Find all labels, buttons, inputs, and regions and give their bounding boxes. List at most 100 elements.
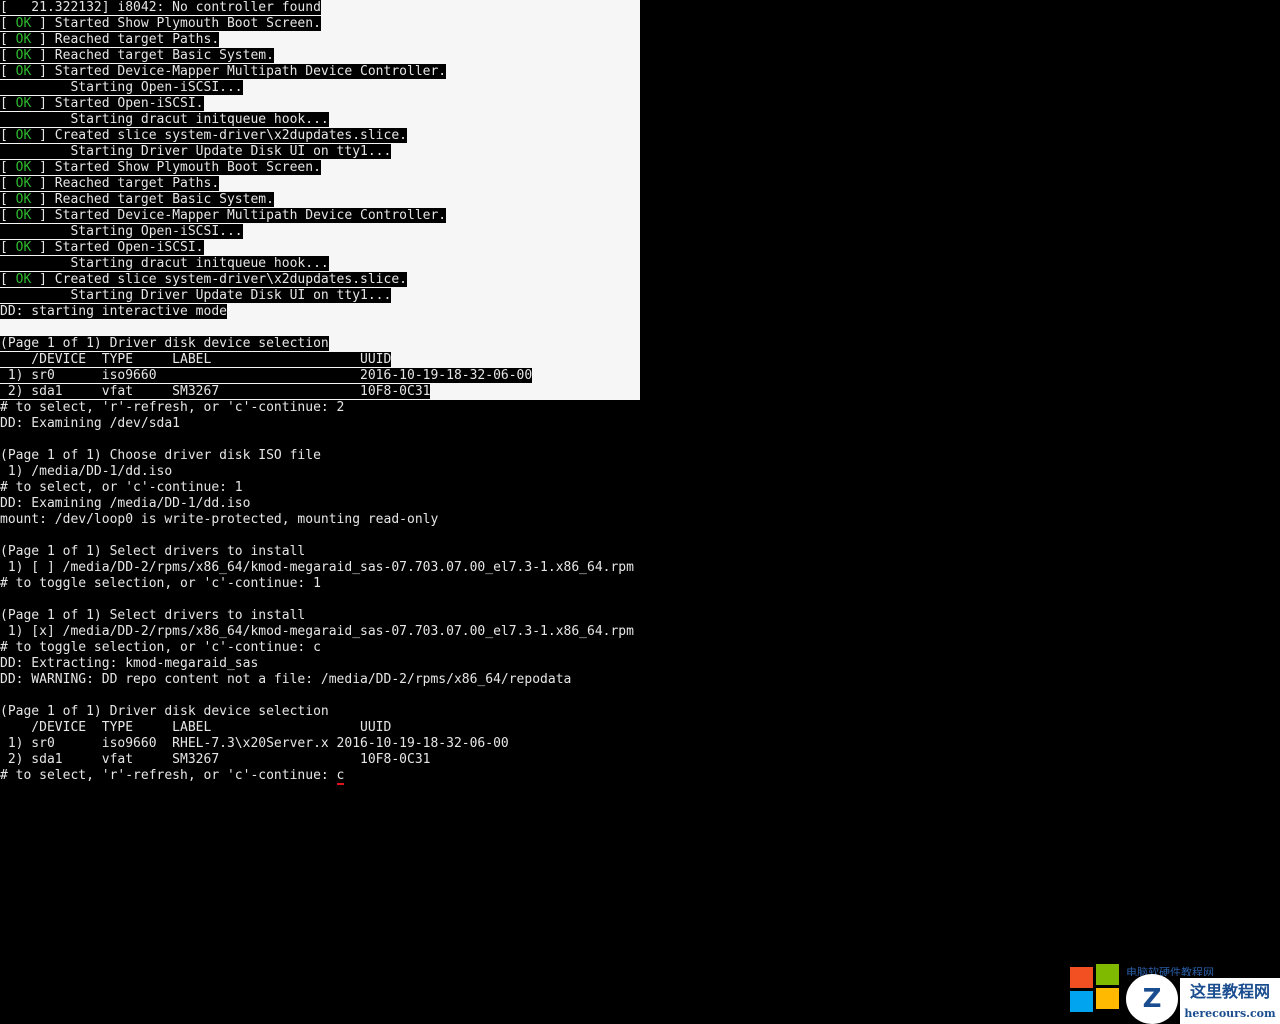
watermark-title: 这里教程网 <box>1180 978 1280 1002</box>
status-ok-badge: OK <box>15 48 32 63</box>
console-text: mount: /dev/loop0 is write-protected, mo… <box>0 512 439 527</box>
boot-log-line <box>0 320 1280 336</box>
boot-log-entry: [ OK ] Reached target Basic System. <box>0 192 274 207</box>
boot-log-text: Starting Driver Update Disk UI on tty1..… <box>0 144 392 159</box>
boot-log-text: Starting Open-iSCSI... <box>0 80 243 95</box>
console-text: (Page 1 of 1) Choose driver disk ISO fil… <box>0 448 321 463</box>
boot-log-line: Starting Driver Update Disk UI on tty1..… <box>0 144 1280 160</box>
status-ok-badge: OK <box>15 160 32 175</box>
boot-log-text: Starting Driver Update Disk UI on tty1..… <box>0 288 392 303</box>
console-line: # to select, or 'c'-continue: 1 <box>0 480 1280 496</box>
status-ok-badge: OK <box>15 64 32 79</box>
console-line: 1) [ ] /media/DD-2/rpms/x86_64/kmod-mega… <box>0 560 1280 576</box>
status-bracket-open: [ <box>0 208 16 223</box>
status-ok-badge: OK <box>15 176 32 191</box>
boot-log-line: /DEVICE TYPE LABEL UUID <box>0 352 1280 368</box>
boot-log-entry: [ OK ] Created slice system-driver\x2dup… <box>0 128 407 143</box>
boot-log-line: 2) sda1 vfat SM3267 10F8-0C31 <box>0 384 1280 400</box>
boot-log-entry: [ OK ] Reached target Paths. <box>0 176 220 191</box>
console-line: # to toggle selection, or 'c'-continue: … <box>0 640 1280 656</box>
console-text: 1) [ ] /media/DD-2/rpms/x86_64/kmod-mega… <box>0 560 634 575</box>
boot-log-message: ] Started Show Plymouth Boot Screen. <box>31 16 321 31</box>
console-line: DD: Extracting: kmod-megaraid_sas <box>0 656 1280 672</box>
boot-log-line: [ OK ] Started Device-Mapper Multipath D… <box>0 208 1280 224</box>
console-line: /DEVICE TYPE LABEL UUID <box>0 720 1280 736</box>
status-ok-badge: OK <box>15 128 32 143</box>
status-bracket-open: [ <box>0 48 16 63</box>
console-text: DD: Extracting: kmod-megaraid_sas <box>0 656 259 671</box>
console-text: (Page 1 of 1) Select drivers to install <box>0 544 306 559</box>
boot-log-message: ] Created slice system-driver\x2dupdates… <box>31 272 407 287</box>
boot-log-line: DD: starting interactive mode <box>0 304 1280 320</box>
status-bracket-open: [ <box>0 176 16 191</box>
boot-log-text: /DEVICE TYPE LABEL UUID <box>0 352 392 367</box>
status-bracket-open: [ <box>0 192 16 207</box>
status-bracket-open: [ <box>0 272 16 287</box>
console-text: DD: Examining /dev/sda1 <box>0 416 181 431</box>
console-text: # to select, 'r'-refresh, or 'c'-continu… <box>0 400 345 415</box>
console-text: 1) sr0 iso9660 RHEL-7.3\x20Server.x 2016… <box>0 736 509 751</box>
console-line: 2) sda1 vfat SM3267 10F8-0C31 <box>0 752 1280 768</box>
console-line: # to toggle selection, or 'c'-continue: … <box>0 576 1280 592</box>
boot-log-message: ] Reached target Paths. <box>31 32 220 47</box>
boot-log-entry: [ OK ] Started Open-iSCSI. <box>0 96 204 111</box>
status-ok-badge: OK <box>15 208 32 223</box>
console-text: DD: WARNING: DD repo content not a file:… <box>0 672 572 687</box>
boot-log-entry: [ OK ] Reached target Basic System. <box>0 48 274 63</box>
boot-log-message: ] Started Device-Mapper Multipath Device… <box>31 64 447 79</box>
boot-log-line: Starting Driver Update Disk UI on tty1..… <box>0 288 1280 304</box>
console-line: DD: Examining /media/DD-1/dd.iso <box>0 496 1280 512</box>
watermark: 电脑软硬件教程网 Z 这里教程网 herecours.com <box>1070 964 1280 1024</box>
status-ok-badge: OK <box>15 16 32 31</box>
status-bracket-open: [ <box>0 96 16 111</box>
status-bracket-open: [ <box>0 64 16 79</box>
console-text: DD: Examining /media/DD-1/dd.iso <box>0 496 251 511</box>
boot-log-entry: [ OK ] Started Show Plymouth Boot Screen… <box>0 16 321 31</box>
console-line: (Page 1 of 1) Choose driver disk ISO fil… <box>0 448 1280 464</box>
status-ok-badge: OK <box>15 192 32 207</box>
console-line: DD: WARNING: DD repo content not a file:… <box>0 672 1280 688</box>
boot-log-line: [ OK ] Started Open-iSCSI. <box>0 96 1280 112</box>
console-line: 1) [x] /media/DD-2/rpms/x86_64/kmod-mega… <box>0 624 1280 640</box>
console-line: mount: /dev/loop0 is write-protected, mo… <box>0 512 1280 528</box>
prompt-line: # to select, 'r'-refresh, or 'c'-continu… <box>0 768 1280 785</box>
prompt-text: # to select, 'r'-refresh, or 'c'-continu… <box>0 768 337 783</box>
boot-log-line: [ OK ] Created slice system-driver\x2dup… <box>0 272 1280 288</box>
windows-logo-icon <box>1070 964 1122 1012</box>
prompt-input[interactable]: c <box>336 768 345 785</box>
console-text: 2) sda1 vfat SM3267 10F8-0C31 <box>0 752 431 767</box>
boot-log-line: [ OK ] Started Show Plymouth Boot Screen… <box>0 160 1280 176</box>
boot-log-line: [ OK ] Started Open-iSCSI. <box>0 240 1280 256</box>
boot-log-line: Starting Open-iSCSI... <box>0 224 1280 240</box>
watermark-logo-icon: Z <box>1126 974 1178 1024</box>
console-text: 1) /media/DD-1/dd.iso <box>0 464 173 479</box>
console-line: 1) /media/DD-1/dd.iso <box>0 464 1280 480</box>
boot-log-line: [ OK ] Reached target Basic System. <box>0 192 1280 208</box>
console-text: # to select, or 'c'-continue: 1 <box>0 480 243 495</box>
boot-log-entry: [ OK ] Started Open-iSCSI. <box>0 240 204 255</box>
boot-log-text: 2) sda1 vfat SM3267 10F8-0C31 <box>0 384 431 399</box>
boot-log-entry: [ OK ] Started Show Plymouth Boot Screen… <box>0 160 321 175</box>
status-bracket-open: [ <box>0 16 16 31</box>
status-bracket-open: [ <box>0 128 16 143</box>
boot-log-message: ] Reached target Paths. <box>31 176 220 191</box>
console-line: # to select, 'r'-refresh, or 'c'-continu… <box>0 400 1280 416</box>
status-ok-badge: OK <box>15 96 32 111</box>
boot-log-text: [ 21.322132] i8042: No controller found <box>0 0 321 15</box>
boot-log-line: (Page 1 of 1) Driver disk device selecti… <box>0 336 1280 352</box>
boot-log-line: [ OK ] Started Device-Mapper Multipath D… <box>0 64 1280 80</box>
boot-log-text: DD: starting interactive mode <box>0 304 227 319</box>
status-ok-badge: OK <box>15 32 32 47</box>
boot-log-message: ] Created slice system-driver\x2dupdates… <box>31 128 407 143</box>
console-line: (Page 1 of 1) Select drivers to install <box>0 608 1280 624</box>
boot-log-line: [ 21.322132] i8042: No controller found <box>0 0 1280 16</box>
boot-log-message: ] Started Show Plymouth Boot Screen. <box>31 160 321 175</box>
boot-log-text: (Page 1 of 1) Driver disk device selecti… <box>0 336 329 351</box>
boot-log-entry: [ OK ] Reached target Paths. <box>0 32 220 47</box>
console-line: (Page 1 of 1) Driver disk device selecti… <box>0 704 1280 720</box>
boot-log-entry: [ OK ] Started Device-Mapper Multipath D… <box>0 208 447 223</box>
console-line: DD: Examining /dev/sda1 <box>0 416 1280 432</box>
boot-log-message: ] Started Open-iSCSI. <box>31 96 204 111</box>
